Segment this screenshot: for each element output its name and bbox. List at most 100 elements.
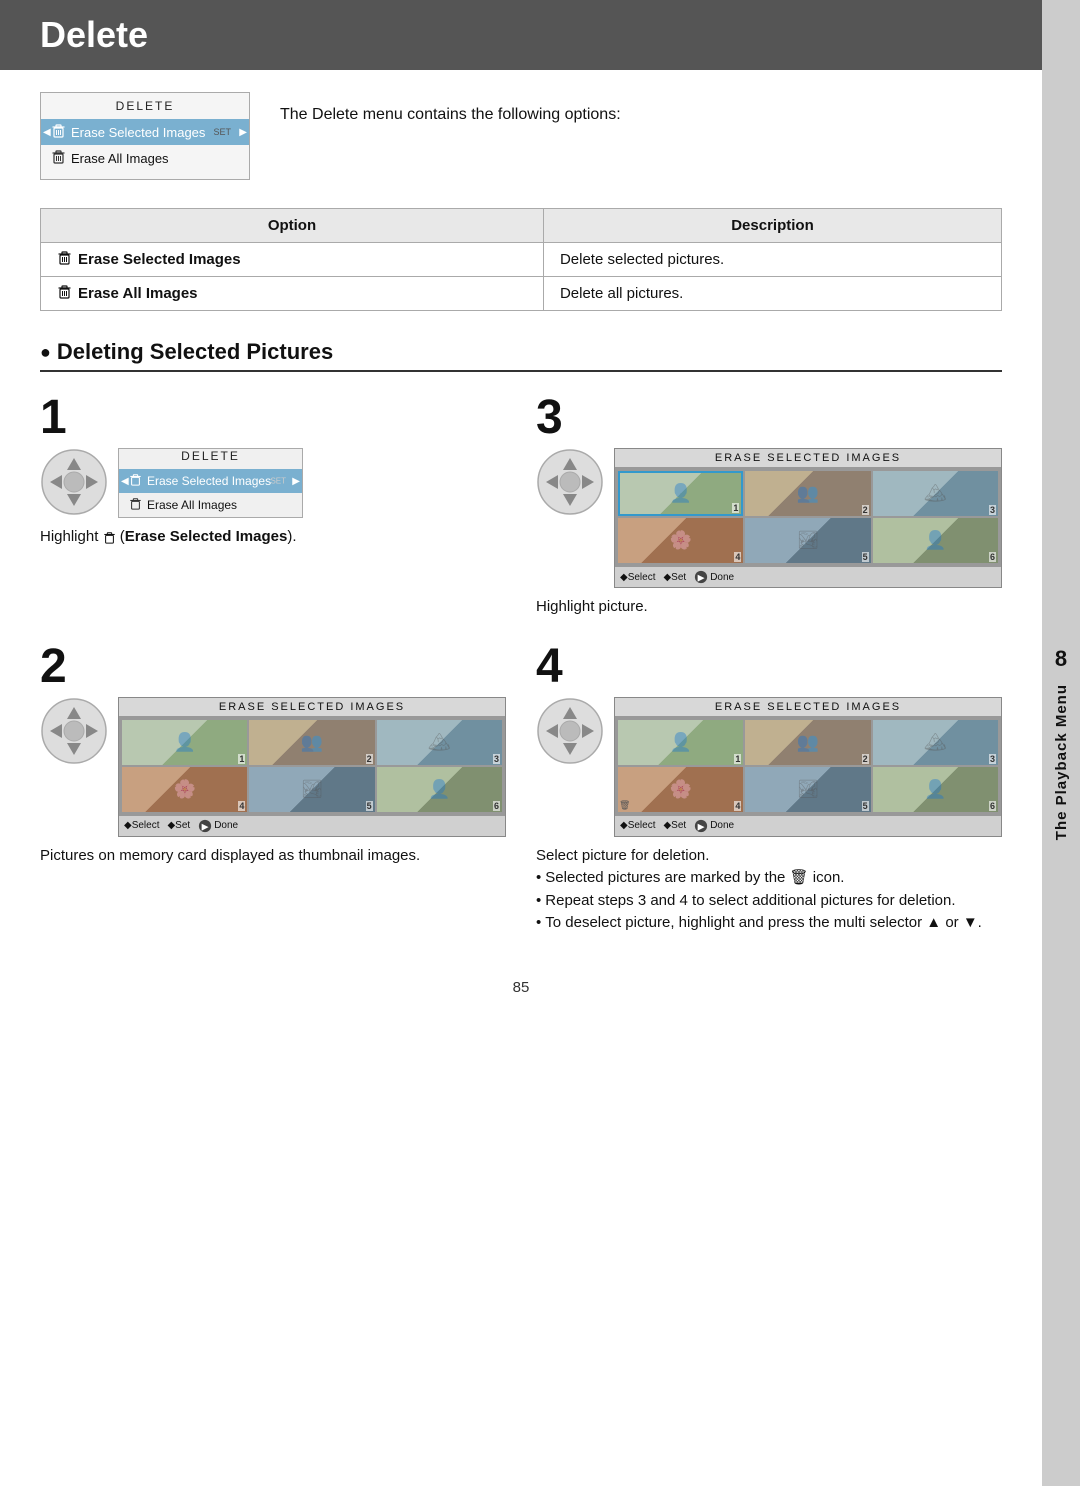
- step-4-main-caption: Select picture for deletion.: [536, 847, 709, 864]
- set-label: SET: [213, 127, 231, 137]
- thumb-s2-4: 🌸 4: [122, 767, 247, 812]
- menu-label-erase-all: Erase All Images: [71, 151, 169, 166]
- thumb-grid-step4: 👤 1 👥 2 🏔 3 🌸 🗑: [615, 717, 1001, 815]
- description-text: The Delete menu contains the following o…: [280, 92, 1002, 128]
- thumb-2: 👥 2: [745, 471, 870, 516]
- thumb-1: 👤 1: [618, 471, 743, 516]
- thumb-s4-4: 🌸 🗑 4: [618, 767, 743, 812]
- step-1-content: DELETE Erase Selected Images SET Erase A…: [40, 448, 506, 518]
- delete-menu-step1: DELETE Erase Selected Images SET Erase A…: [118, 448, 303, 518]
- menu-text-step1b: Erase All Images: [147, 498, 237, 512]
- step-4: 4 ERASE SELECTED IMAGES: [536, 643, 1002, 935]
- step-3-content: ERASE SELECTED IMAGES 👤 1 👥 2 🏔 3: [536, 448, 1002, 588]
- col-option-header: Option: [41, 209, 544, 243]
- thumb-s2-1: 👤 1: [122, 720, 247, 765]
- section-heading: Deleting Selected Pictures: [40, 339, 1002, 372]
- dpad-1: [40, 448, 108, 516]
- screen-title-step4: ERASE SELECTED IMAGES: [615, 698, 1001, 717]
- step-2: 2 ERASE SELECTED IMAGES: [40, 643, 506, 935]
- footer-done-3: ▶ Done: [694, 570, 734, 584]
- step-1-caption: Highlight (Erase Selected Images).: [40, 526, 506, 549]
- thumb-s4-6: 👤 6: [873, 767, 998, 812]
- step-2-caption: Pictures on memory card displayed as thu…: [40, 845, 506, 868]
- footer-set-2: ◆Set: [167, 820, 190, 831]
- step-3-caption: Highlight picture.: [536, 596, 1002, 619]
- screen-title-step2: ERASE SELECTED IMAGES: [119, 698, 505, 717]
- footer-select-2: ◆Select: [124, 820, 159, 831]
- page-number: 85: [40, 979, 1002, 996]
- footer-select-4: ◆Select: [620, 820, 655, 831]
- steps-grid: 1: [40, 394, 1002, 959]
- thumb-4: 🌸 4: [618, 518, 743, 563]
- thumb-s2-5: 🏞 5: [249, 767, 374, 812]
- menu-item-erase-all: Erase All Images: [41, 145, 249, 171]
- menu-item-step1-selected: Erase Selected Images SET: [119, 469, 302, 493]
- step-3: 3 ERASE SELECTED IMAGES: [536, 394, 1002, 619]
- step-number-2: 2: [40, 643, 506, 691]
- chapter-title: The Playback Menu: [1053, 684, 1070, 840]
- trash-icon-step1b: [129, 497, 142, 513]
- table-cell-option-1: Erase Selected Images: [41, 243, 544, 277]
- svg-text:▶: ▶: [698, 821, 705, 831]
- side-tab: 8 The Playback Menu: [1042, 0, 1080, 1486]
- screen-footer-step3: ◆Select ◆Set ▶ Done: [615, 566, 1001, 587]
- menu-item-step1-b: Erase All Images: [119, 493, 302, 517]
- thumb-s4-5: 🏞 5: [745, 767, 870, 812]
- footer-set-4: ◆Set: [663, 820, 686, 831]
- trash-icon-2: [51, 149, 66, 167]
- screen-footer-step2: ◆Select ◆Set ▶ Done: [119, 815, 505, 836]
- step-4-caption: Select picture for deletion. Selected pi…: [536, 845, 1002, 935]
- menu-item-erase-selected: Erase Selected Images SET: [41, 119, 249, 145]
- option-label-1: Erase Selected Images: [78, 251, 241, 268]
- step-4-bullet-list: Selected pictures are marked by the 🗑 ic…: [536, 867, 1002, 935]
- screen-title-step3: ERASE SELECTED IMAGES: [615, 449, 1001, 468]
- thumb-grid-step3: 👤 1 👥 2 🏔 3 🌸 4: [615, 468, 1001, 566]
- erase-screen-step3: ERASE SELECTED IMAGES 👤 1 👥 2 🏔 3: [614, 448, 1002, 588]
- step-1: 1: [40, 394, 506, 619]
- trash-icon-row2: [57, 284, 72, 303]
- title-bar: Delete: [0, 0, 1042, 70]
- svg-text:▶: ▶: [698, 573, 705, 583]
- menu-box-title: DELETE: [41, 99, 249, 113]
- top-section: DELETE Erase Selected Images SET Erase A…: [40, 92, 1002, 180]
- table-row: Erase All Images Delete all pictures.: [41, 277, 1002, 311]
- erase-screen-step2: ERASE SELECTED IMAGES 👤 1 👥 2 🏔 3: [118, 697, 506, 837]
- trash-icon-1: [51, 123, 66, 141]
- menu-text-step1a: Erase Selected Images: [147, 474, 271, 488]
- thumb-s2-6: 👤 6: [377, 767, 502, 812]
- delete-menu-illustration: DELETE Erase Selected Images SET Erase A…: [40, 92, 250, 180]
- screen-footer-step4: ◆Select ◆Set ▶ Done: [615, 815, 1001, 836]
- svg-text:▶: ▶: [202, 821, 209, 831]
- step-number-4: 4: [536, 643, 1002, 691]
- table-cell-desc-2: Delete all pictures.: [543, 277, 1001, 311]
- step-number-1: 1: [40, 394, 506, 442]
- footer-done-4: ▶ Done: [694, 819, 734, 833]
- table-cell-option-2: Erase All Images: [41, 277, 544, 311]
- option-label-2: Erase All Images: [78, 285, 198, 302]
- thumb-s2-2: 👥 2: [249, 720, 374, 765]
- thumb-grid-step2: 👤 1 👥 2 🏔 3 🌸 4: [119, 717, 505, 815]
- thumb-s4-2: 👥 2: [745, 720, 870, 765]
- thumb-3: 🏔 3: [873, 471, 998, 516]
- trash-icon-step1a: [129, 473, 142, 489]
- page-title: Delete: [40, 14, 1002, 56]
- menu-title-step1: DELETE: [119, 449, 302, 463]
- erase-screen-step4: ERASE SELECTED IMAGES 👤 1 👥 2 🏔 3: [614, 697, 1002, 837]
- chapter-number: 8: [1055, 646, 1067, 672]
- step-2-content: ERASE SELECTED IMAGES 👤 1 👥 2 🏔 3: [40, 697, 506, 837]
- step-1-bold: Erase Selected Images: [125, 528, 288, 545]
- bullet-2: Repeat steps 3 and 4 to select additiona…: [536, 890, 1002, 913]
- dpad-4: [536, 697, 604, 765]
- bullet-3: To deselect picture, highlight and press…: [536, 912, 1002, 935]
- table-row: Erase Selected Images Delete selected pi…: [41, 243, 1002, 277]
- menu-label-erase-selected: Erase Selected Images: [71, 125, 205, 140]
- table-cell-desc-1: Delete selected pictures.: [543, 243, 1001, 277]
- thumb-s2-3: 🏔 3: [377, 720, 502, 765]
- footer-select-3: ◆Select: [620, 572, 655, 583]
- col-desc-header: Description: [543, 209, 1001, 243]
- thumb-6: 👤 6: [873, 518, 998, 563]
- thumb-s4-1: 👤 1: [618, 720, 743, 765]
- set-label-step1: SET: [270, 477, 286, 486]
- dpad-3: [536, 448, 604, 516]
- footer-done-2: ▶ Done: [198, 819, 238, 833]
